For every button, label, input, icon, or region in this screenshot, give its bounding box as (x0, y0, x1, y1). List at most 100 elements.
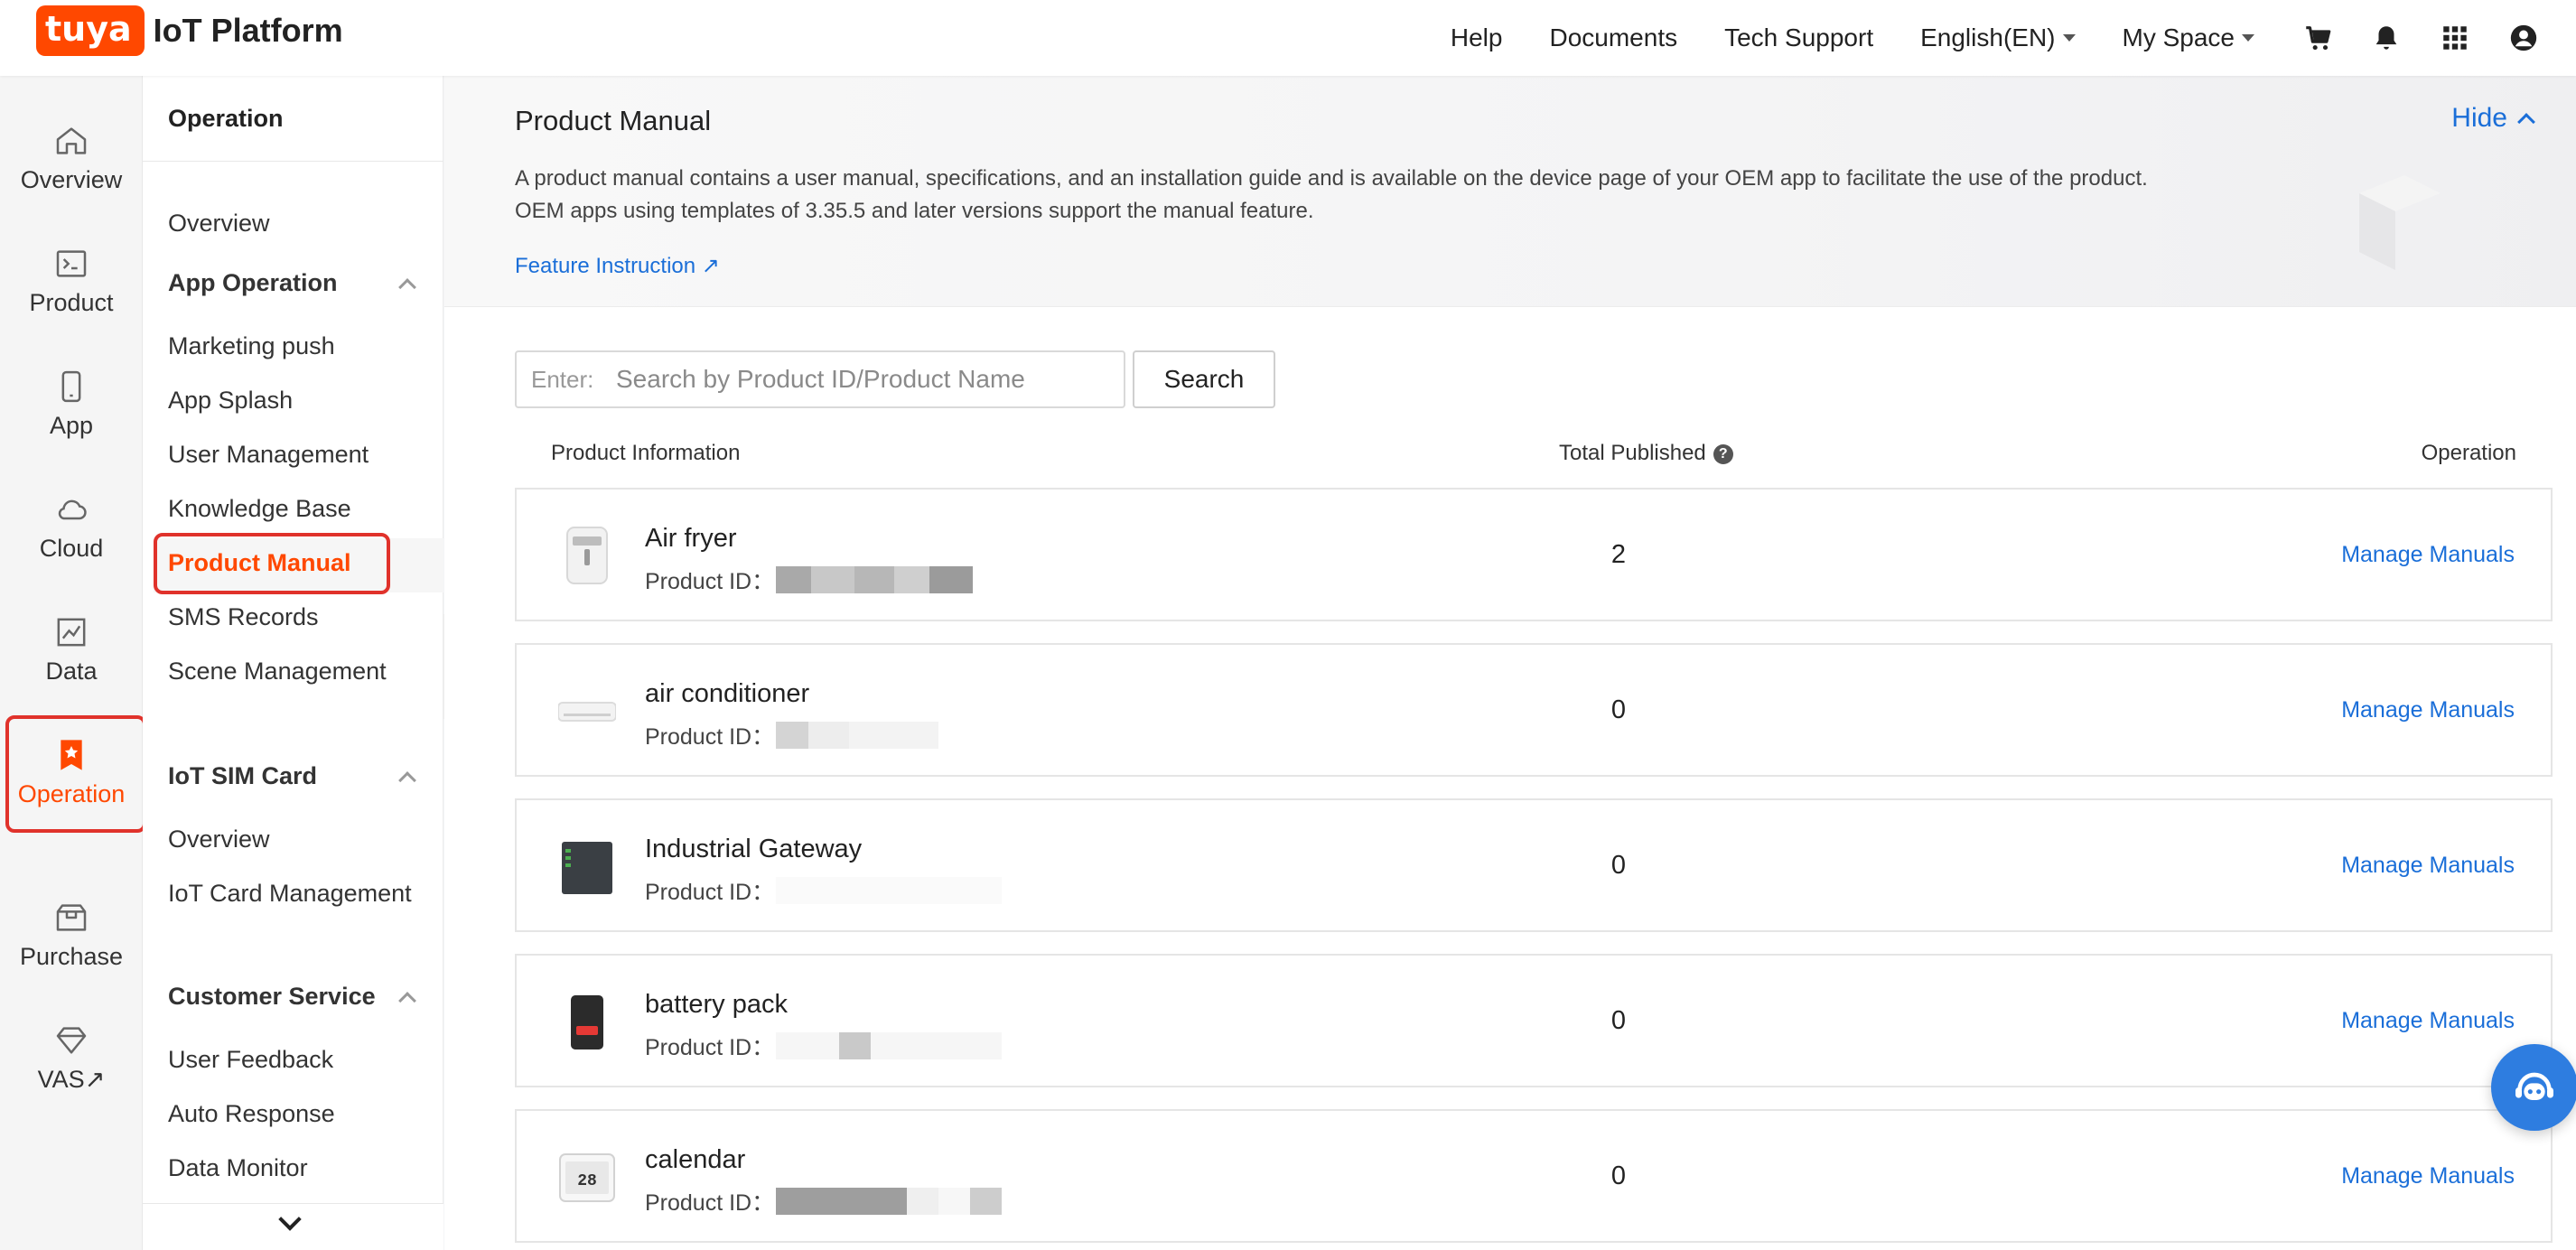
column-header-product-info: Product Information (551, 441, 741, 465)
chevron-down-icon (278, 1208, 302, 1231)
total-published-count: 0 (1610, 695, 1627, 724)
chevron-up-icon (2517, 113, 2535, 131)
support-chat-button[interactable] (2491, 1044, 2576, 1131)
sidebar-item-marketing-push[interactable]: Marketing push (168, 332, 335, 360)
sidebar-item-sms-records[interactable]: SMS Records (168, 603, 319, 631)
redacted-id-mask (776, 1032, 1003, 1059)
manage-manuals-link[interactable]: Manage Manuals (2341, 697, 2515, 723)
manage-manuals-link[interactable]: Manage Manuals (2341, 853, 2515, 879)
sidebar-item-user-feedback[interactable]: User Feedback (168, 1046, 333, 1074)
description-line: OEM apps using templates of 3.35.5 and l… (515, 199, 1314, 223)
external-link-icon: ↗ (84, 1066, 106, 1093)
table-row: Industrial Gateway Product ID： 0 Manage … (515, 798, 2553, 932)
phone-icon (61, 370, 81, 403)
redacted-id-mask (776, 566, 974, 593)
sidebar-item-knowledge-base[interactable]: Knowledge Base (168, 495, 351, 523)
description-line: A product manual contains a user manual,… (515, 166, 2148, 191)
redacted-id-mask (776, 877, 1003, 904)
rail-label: VAS (37, 1066, 85, 1093)
sidebar-group-iot-sim-card[interactable]: IoT SIM Card (168, 762, 421, 790)
nav-tech-support[interactable]: Tech Support (1724, 23, 1873, 52)
sidebar-scroll-down[interactable] (143, 1203, 443, 1250)
secondary-sidebar: Operation Overview App Operation Marketi… (143, 76, 443, 1250)
battery-pack-thumbnail (571, 995, 603, 1049)
sidebar-group-customer-service[interactable]: Customer Service (168, 983, 421, 1011)
logo[interactable]: tuya IoT Platform (36, 5, 343, 56)
product-name: Air fryer (645, 524, 737, 553)
sidebar-item-overview[interactable]: Overview (168, 210, 270, 238)
total-published-count: 2 (1610, 540, 1627, 569)
top-header: tuya IoT Platform Help Documents Tech Su… (0, 0, 2576, 76)
headset-robot-icon (2515, 1072, 2553, 1100)
product-id: Product ID： (645, 1030, 1003, 1062)
rail-item-data[interactable]: Data (0, 614, 143, 686)
group-label: Customer Service (168, 983, 376, 1010)
manage-manuals-link[interactable]: Manage Manuals (2341, 1008, 2515, 1034)
primary-nav-rail: Overview Product App Cloud Data Operatio… (0, 76, 146, 1250)
redacted-id-mask (776, 1188, 1003, 1215)
help-icon[interactable]: ? (1713, 443, 1733, 464)
sidebar-item-iot-card-management[interactable]: IoT Card Management (168, 880, 412, 908)
cart-icon[interactable] (2301, 22, 2334, 54)
rail-label: Data (45, 658, 98, 685)
page-title: Product Manual (515, 105, 712, 136)
divider (143, 161, 443, 162)
product-id-label: Product ID： (645, 880, 775, 905)
chevron-up-icon (398, 770, 416, 789)
rail-item-overview[interactable]: Overview (0, 123, 143, 194)
rail-item-vas[interactable]: VAS↗ (0, 1022, 143, 1094)
space-dropdown[interactable]: My Space (2122, 23, 2254, 52)
column-header-operation: Operation (2421, 441, 2516, 465)
caret-down-icon (2062, 34, 2076, 42)
product-id: Product ID： (645, 874, 1003, 907)
logo-text: IoT Platform (153, 12, 343, 49)
rail-label: Purchase (19, 943, 124, 970)
rail-item-product[interactable]: Product (0, 246, 143, 317)
sidebar-item-app-splash[interactable]: App Splash (168, 387, 293, 415)
chart-icon (57, 618, 86, 647)
rail-item-purchase[interactable]: Purchase (0, 900, 143, 971)
hide-banner-button[interactable]: Hide (2451, 103, 2535, 134)
space-label: My Space (2122, 23, 2235, 51)
sidebar-group-app-operation[interactable]: App Operation (168, 269, 421, 297)
search-field[interactable]: Enter: (515, 350, 1125, 408)
product-name: air conditioner (645, 679, 810, 708)
rail-item-app[interactable]: App (0, 368, 143, 440)
sidebar-item-sim-overview[interactable]: Overview (168, 826, 270, 854)
chevron-up-icon (398, 991, 416, 1010)
sidebar-title: Operation (168, 105, 284, 132)
sidebar-item-scene-management[interactable]: Scene Management (168, 658, 387, 686)
nav-documents[interactable]: Documents (1549, 23, 1677, 52)
table-row: battery pack Product ID： 0 Manage Manual… (515, 954, 2553, 1087)
rail-highlight-box (5, 715, 146, 833)
bell-icon[interactable] (2370, 22, 2403, 54)
rail-label: Overview (20, 166, 123, 193)
redacted-id-mask (776, 722, 939, 749)
product-id: Product ID： (645, 564, 974, 596)
product-name: calendar (645, 1145, 746, 1174)
language-dropdown[interactable]: English(EN) (1920, 23, 2076, 52)
product-name: Industrial Gateway (645, 835, 863, 863)
search-button[interactable]: Search (1133, 350, 1275, 408)
sidebar-item-user-management[interactable]: User Management (168, 441, 369, 469)
manage-manuals-link[interactable]: Manage Manuals (2341, 542, 2515, 568)
main-content: Product Manual A product manual contains… (444, 76, 2576, 1250)
rail-item-cloud[interactable]: Cloud (0, 491, 143, 563)
rail-label: Product (29, 289, 114, 316)
page-description: A product manual contains a user manual,… (515, 163, 2267, 228)
manage-manuals-link[interactable]: Manage Manuals (2341, 1163, 2515, 1189)
box-icon (56, 904, 87, 931)
sidebar-item-data-monitor[interactable]: Data Monitor (168, 1154, 308, 1182)
nav-help[interactable]: Help (1451, 23, 1503, 52)
account-icon[interactable] (2507, 22, 2540, 54)
feature-instruction-link[interactable]: Feature Instruction ↗ (515, 253, 720, 279)
group-label: IoT SIM Card (168, 762, 318, 789)
rail-label: Cloud (39, 535, 104, 562)
sidebar-highlight-box (154, 533, 390, 594)
apps-grid-icon[interactable] (2439, 22, 2471, 54)
search-input[interactable] (616, 365, 1124, 394)
sidebar-item-auto-response[interactable]: Auto Response (168, 1100, 335, 1128)
calendar-thumbnail-digits: 28 (577, 1172, 597, 1190)
diamond-icon (56, 1027, 87, 1054)
group-label: App Operation (168, 269, 338, 296)
